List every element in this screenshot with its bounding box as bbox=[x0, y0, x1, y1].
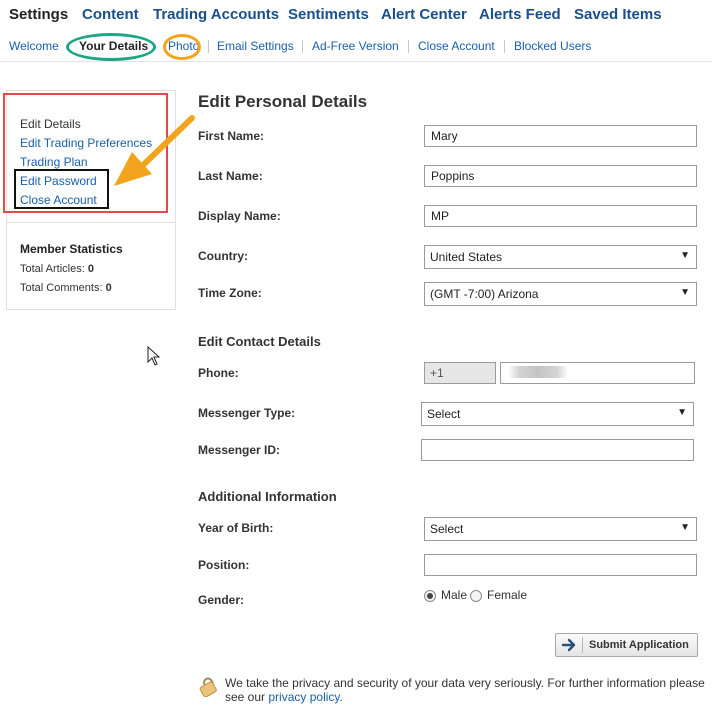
year-of-birth-value: Select bbox=[430, 522, 464, 536]
tab-settings[interactable]: Settings bbox=[9, 6, 68, 23]
annotation-arrow-icon bbox=[114, 115, 195, 186]
top-nav: Settings Content Trading Accounts Sentim… bbox=[0, 0, 712, 30]
chevron-down-icon: ▼ bbox=[680, 522, 690, 533]
last-name-input[interactable]: Poppins bbox=[424, 165, 697, 187]
subnav-divider bbox=[408, 40, 409, 53]
lock-icon bbox=[199, 677, 217, 697]
button-divider bbox=[582, 637, 583, 653]
highlight-ellipse-your-details bbox=[66, 33, 156, 61]
messenger-id-label: Messenger ID: bbox=[198, 443, 281, 457]
tab-saved-items[interactable]: Saved Items bbox=[574, 6, 662, 23]
submit-application-button[interactable]: Submit Application bbox=[555, 633, 698, 657]
privacy-policy-link[interactable]: privacy policy bbox=[268, 690, 339, 704]
position-input[interactable] bbox=[424, 554, 697, 576]
personal-details-title: Edit Personal Details bbox=[198, 92, 368, 111]
stat-value: 0 bbox=[105, 282, 112, 294]
subtab-ad-free-version[interactable]: Ad-Free Version bbox=[312, 39, 399, 53]
phone-label: Phone: bbox=[198, 366, 239, 380]
chevron-down-icon: ▼ bbox=[680, 250, 690, 261]
stat-label: Total Comments: bbox=[20, 282, 103, 294]
year-of-birth-select[interactable]: Select ▼ bbox=[424, 517, 697, 541]
sidebar-divider bbox=[6, 222, 176, 223]
subtab-email-settings[interactable]: Email Settings bbox=[217, 39, 294, 53]
subtab-welcome[interactable]: Welcome bbox=[9, 39, 59, 53]
messenger-type-select[interactable]: Select ▼ bbox=[421, 402, 694, 426]
messenger-type-value: Select bbox=[427, 407, 461, 421]
phone-blurred-value bbox=[508, 366, 568, 378]
first-name-label: First Name: bbox=[198, 129, 265, 143]
messenger-type-label: Messenger Type: bbox=[198, 406, 296, 420]
display-name-input[interactable]: MP bbox=[424, 205, 697, 227]
arrow-right-icon bbox=[561, 638, 576, 652]
subtab-close-account[interactable]: Close Account bbox=[418, 39, 495, 53]
country-label: Country: bbox=[198, 249, 248, 263]
subnav-divider bbox=[302, 40, 303, 53]
last-name-label: Last Name: bbox=[198, 169, 263, 183]
chevron-down-icon: ▼ bbox=[677, 407, 687, 418]
stat-value: 0 bbox=[87, 263, 94, 275]
highlight-box-edit-password-close-account bbox=[14, 169, 109, 209]
timezone-value: (GMT -7:00) Arizona bbox=[430, 287, 539, 301]
tab-content[interactable]: Content bbox=[82, 6, 139, 23]
year-of-birth-label: Year of Birth: bbox=[198, 521, 274, 535]
country-select[interactable]: United States ▼ bbox=[424, 245, 697, 269]
country-value: United States bbox=[430, 250, 503, 264]
mouse-cursor-icon bbox=[147, 346, 161, 366]
gender-female-radio[interactable] bbox=[470, 590, 482, 602]
phone-country-code: +1 bbox=[424, 362, 496, 384]
privacy-notice-end: . bbox=[339, 690, 343, 704]
messenger-id-input[interactable] bbox=[421, 439, 694, 461]
submit-button-label: Submit Application bbox=[589, 639, 689, 651]
tab-sentiments[interactable]: Sentiments bbox=[288, 6, 369, 23]
gender-label: Gender: bbox=[198, 593, 245, 607]
stat-total-articles: Total Articles: 0 bbox=[20, 263, 94, 275]
tab-trading-accounts[interactable]: Trading Accounts bbox=[153, 6, 279, 23]
additional-info-title: Additional Information bbox=[198, 489, 337, 504]
gender-male-label: Male bbox=[441, 588, 468, 602]
first-name-input[interactable]: Mary bbox=[424, 125, 697, 147]
highlight-ellipse-photo bbox=[163, 34, 201, 60]
position-label: Position: bbox=[198, 558, 250, 572]
gender-female-label: Female bbox=[487, 588, 528, 602]
stat-label: Total Articles: bbox=[20, 263, 85, 275]
member-statistics-title: Member Statistics bbox=[20, 242, 123, 256]
subtab-blocked-users[interactable]: Blocked Users bbox=[514, 39, 591, 53]
tab-alert-center[interactable]: Alert Center bbox=[381, 6, 467, 23]
gender-male-radio[interactable] bbox=[424, 590, 436, 602]
display-name-label: Display Name: bbox=[198, 209, 281, 223]
contact-details-title: Edit Contact Details bbox=[198, 334, 321, 349]
chevron-down-icon: ▼ bbox=[680, 287, 690, 298]
stat-total-comments: Total Comments: 0 bbox=[20, 282, 112, 294]
tab-alerts-feed[interactable]: Alerts Feed bbox=[479, 6, 561, 23]
privacy-notice: We take the privacy and security of your… bbox=[225, 676, 705, 704]
timezone-select[interactable]: (GMT -7:00) Arizona ▼ bbox=[424, 282, 697, 306]
subnav-divider bbox=[208, 40, 209, 53]
subnav-divider bbox=[504, 40, 505, 53]
timezone-label: Time Zone: bbox=[198, 286, 262, 300]
